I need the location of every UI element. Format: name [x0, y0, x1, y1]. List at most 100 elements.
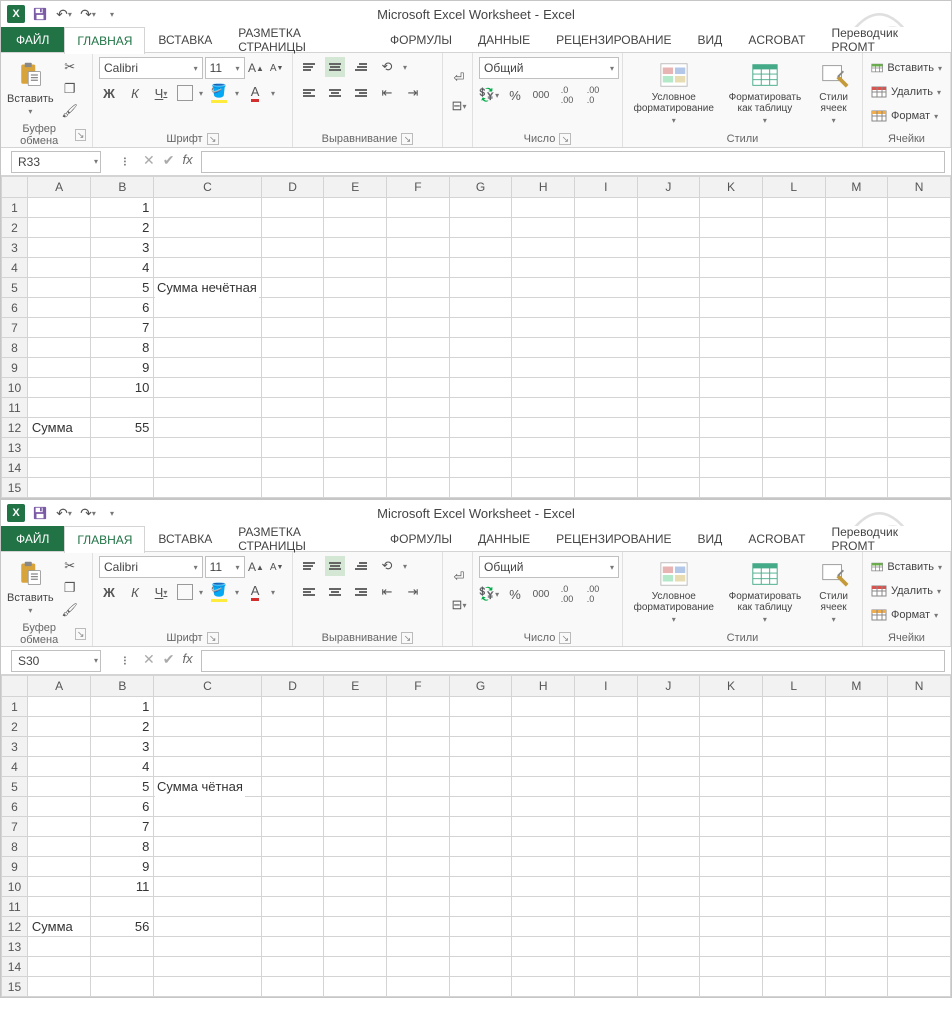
cell[interactable] — [575, 957, 638, 977]
cell[interactable] — [762, 398, 825, 418]
cell[interactable] — [762, 777, 825, 797]
cell[interactable] — [637, 697, 700, 717]
cell[interactable] — [637, 418, 700, 438]
row-header[interactable]: 3 — [2, 737, 28, 757]
fill-color-button[interactable]: 🪣 — [209, 83, 229, 103]
font-size-combo[interactable]: 11▾ — [205, 57, 245, 79]
decrease-decimal-icon[interactable]: .00.0 — [583, 584, 603, 604]
cell[interactable] — [387, 298, 450, 318]
cell[interactable] — [154, 378, 261, 398]
cell[interactable] — [324, 957, 387, 977]
cell[interactable] — [154, 797, 261, 817]
cell[interactable] — [888, 777, 951, 797]
accounting-button[interactable]: 💱▾ — [479, 584, 499, 604]
cell[interactable] — [762, 378, 825, 398]
cell[interactable] — [154, 198, 261, 218]
cell[interactable] — [700, 697, 763, 717]
ribbon-tab[interactable]: Переводчик PROMT — [818, 27, 951, 52]
cell[interactable] — [154, 458, 261, 478]
cell[interactable] — [575, 318, 638, 338]
row-header[interactable]: 5 — [2, 777, 28, 797]
cell[interactable] — [637, 877, 700, 897]
cell[interactable] — [154, 438, 261, 458]
fx-icon[interactable]: fx — [182, 152, 192, 172]
cell[interactable] — [154, 777, 261, 797]
font-launcher[interactable]: ↘ — [207, 632, 219, 644]
copy-button[interactable]: ❐ — [60, 578, 80, 598]
cell[interactable] — [261, 378, 324, 398]
cell[interactable] — [575, 258, 638, 278]
ribbon-tab[interactable]: ГЛАВНАЯ — [64, 526, 145, 553]
cell[interactable] — [261, 358, 324, 378]
cell[interactable] — [154, 877, 261, 897]
cell[interactable] — [27, 897, 91, 917]
row-header[interactable]: 6 — [2, 797, 28, 817]
cell[interactable] — [324, 318, 387, 338]
cell[interactable] — [449, 378, 512, 398]
cell[interactable] — [387, 937, 450, 957]
comma-button[interactable]: 000 — [531, 85, 551, 105]
cell[interactable] — [154, 318, 261, 338]
bold-button[interactable]: Ж — [99, 582, 119, 602]
decrease-decimal-icon[interactable]: .00.0 — [583, 85, 603, 105]
cell[interactable] — [154, 218, 261, 238]
number-format-combo[interactable]: Общий▾ — [479, 556, 619, 578]
cell[interactable] — [762, 737, 825, 757]
cell-styles-button[interactable]: Стили ячеек▾ — [811, 57, 856, 127]
cell[interactable] — [261, 877, 324, 897]
cell[interactable] — [512, 278, 575, 298]
cell[interactable] — [27, 398, 91, 418]
cell[interactable] — [888, 697, 951, 717]
redo-button[interactable]: ↷▾ — [79, 5, 97, 23]
cell[interactable] — [825, 717, 888, 737]
cell[interactable] — [27, 478, 91, 498]
cell[interactable] — [324, 418, 387, 438]
cell[interactable] — [825, 278, 888, 298]
cell[interactable] — [762, 937, 825, 957]
cell[interactable] — [387, 797, 450, 817]
cell[interactable] — [637, 378, 700, 398]
column-header[interactable]: K — [700, 177, 763, 198]
row-header[interactable]: 1 — [2, 697, 28, 717]
cell[interactable] — [91, 458, 154, 478]
cell[interactable] — [575, 358, 638, 378]
column-header[interactable]: E — [324, 177, 387, 198]
cell[interactable] — [449, 797, 512, 817]
cell[interactable]: 10 — [91, 378, 154, 398]
cell[interactable] — [27, 198, 91, 218]
ribbon-tab[interactable]: ФОРМУЛЫ — [377, 27, 465, 52]
cell[interactable] — [27, 697, 91, 717]
row-header[interactable]: 15 — [2, 478, 28, 498]
cell[interactable] — [449, 977, 512, 997]
cell[interactable] — [825, 218, 888, 238]
cell[interactable] — [575, 777, 638, 797]
ribbon-tab[interactable]: ФОРМУЛЫ — [377, 526, 465, 551]
font-name-combo[interactable]: Calibri▾ — [99, 556, 203, 578]
cell[interactable] — [762, 917, 825, 937]
fx-icon[interactable]: fx — [182, 651, 192, 671]
cell[interactable] — [324, 937, 387, 957]
column-header[interactable]: C — [154, 676, 261, 697]
row-header[interactable]: 2 — [2, 218, 28, 238]
format-as-table-button[interactable]: Форматировать как таблицу▾ — [725, 57, 806, 127]
cell[interactable] — [700, 717, 763, 737]
align-bottom-icon[interactable] — [351, 556, 371, 576]
cell[interactable] — [575, 837, 638, 857]
cell[interactable] — [324, 977, 387, 997]
cell[interactable] — [575, 737, 638, 757]
cell[interactable] — [888, 218, 951, 238]
align-center-icon[interactable] — [325, 582, 345, 602]
column-header[interactable]: H — [512, 177, 575, 198]
cell[interactable] — [637, 817, 700, 837]
cell[interactable] — [27, 318, 91, 338]
cell[interactable] — [512, 977, 575, 997]
cell[interactable]: 7 — [91, 318, 154, 338]
cell[interactable] — [27, 857, 91, 877]
cell[interactable] — [27, 717, 91, 737]
cell[interactable] — [575, 917, 638, 937]
column-header[interactable]: A — [27, 676, 91, 697]
row-header[interactable]: 1 — [2, 198, 28, 218]
font-color-button[interactable]: A — [245, 83, 265, 103]
cell[interactable] — [387, 438, 450, 458]
cell[interactable] — [700, 957, 763, 977]
